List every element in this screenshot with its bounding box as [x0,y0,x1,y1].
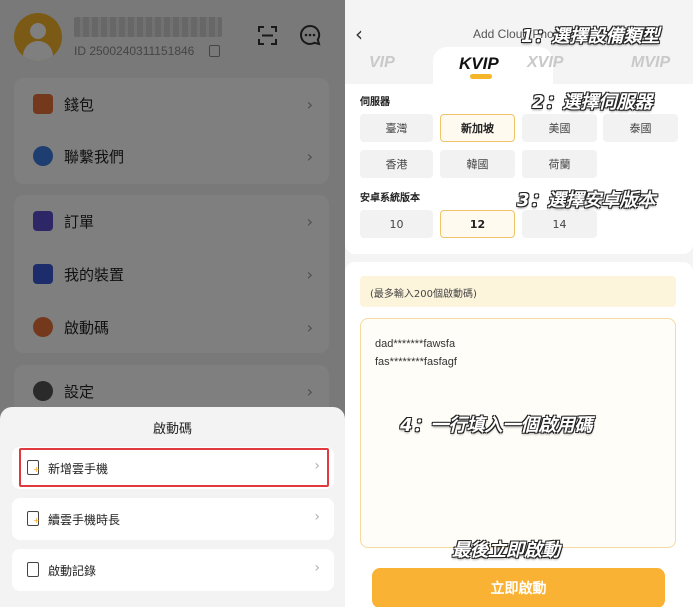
chevron-right-icon: › [314,509,320,525]
tab-vip[interactable]: VIP [369,54,395,72]
server-option[interactable]: 荷蘭 [522,150,597,178]
sheet-item-renew[interactable]: + 續雲手機時長 › [12,498,334,540]
server-option[interactable]: 臺灣 [360,114,433,142]
android-version-option-selected[interactable]: 12 [440,210,515,238]
server-option[interactable]: 美國 [522,114,597,142]
server-option[interactable]: 泰國 [603,114,678,142]
record-icon [27,562,39,577]
server-option[interactable]: 香港 [360,150,433,178]
renew-phone-icon: + [27,511,40,526]
android-version-option[interactable]: 14 [522,210,597,238]
server-option[interactable]: 韓國 [440,150,515,178]
activation-code-sheet: 啟動碼 + 新增雲手機 › + 續雲手機時長 › 啟動記錄 › [0,407,345,607]
sheet-item-label: 啟動記錄 [48,564,97,578]
start-now-button[interactable]: 立即啟動 [372,568,665,607]
sheet-title: 啟動碼 [152,422,192,437]
device-type-tabs: VIP KVIP XVIP MVIP [345,44,693,87]
annotation-step3: 3：選擇安卓版本 [517,190,656,211]
back-icon[interactable]: ‹ [355,22,363,46]
tab-xvip[interactable]: XVIP [527,54,563,72]
annotation-step4: 4：一行填入一個啟用碼 [400,415,593,436]
tab-mvip[interactable]: MVIP [631,54,670,72]
profile-screen: ID 2500240311151846 錢包 › 聯繫我們 › 訂單 › [0,0,345,607]
sheet-item-record[interactable]: 啟動記錄 › [12,549,334,591]
code-line: fas********fasfagf [375,356,457,368]
tab-kvip[interactable]: KVIP [459,54,499,74]
chevron-right-icon: › [314,560,320,576]
annotation-step1: 1：選擇設備類型 [521,26,660,47]
tab-active-indicator [470,74,492,79]
server-label: 伺服器 [360,97,390,108]
sheet-item-label: 續雲手機時長 [48,513,121,527]
server-option-selected[interactable]: 新加坡 [440,114,515,142]
android-version-label: 安卓系統版本 [360,193,420,204]
android-version-option[interactable]: 10 [360,210,433,238]
code-limit-hint: (最多輸入200個啟動碼) [360,276,676,307]
annotation-step2: 2：選擇伺服器 [532,92,653,113]
annotation-final: 最後立即啟動 [452,540,560,561]
highlight-box [19,448,329,487]
code-line: dad*******fawsfa [375,338,456,350]
